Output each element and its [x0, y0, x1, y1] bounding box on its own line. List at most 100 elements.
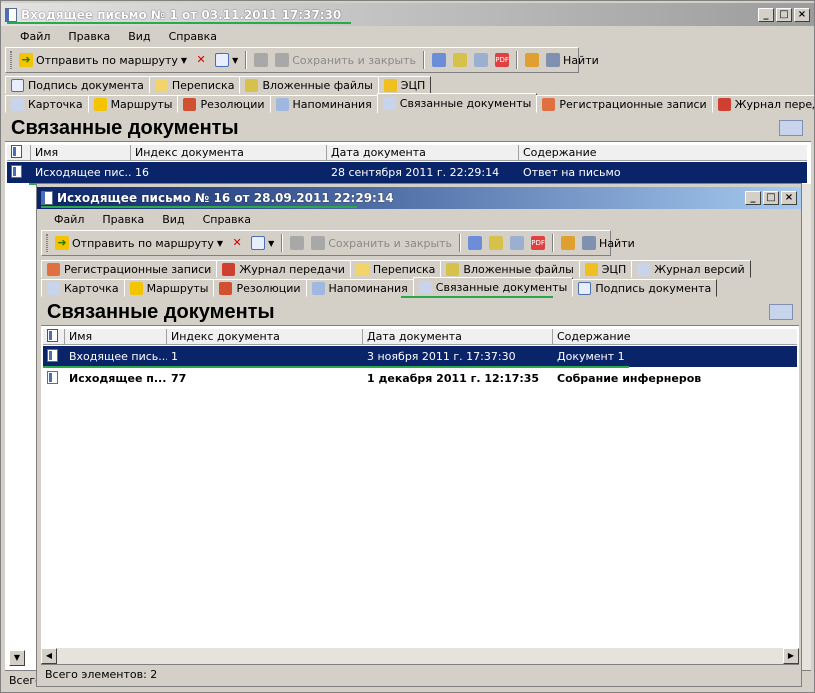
new-document-icon — [251, 236, 266, 250]
minimize-button[interactable]: _ — [745, 191, 761, 205]
find-button[interactable]: Найти — [544, 53, 601, 67]
attach-button[interactable] — [487, 236, 505, 250]
save-close-button[interactable]: Сохранить и закрыть — [309, 236, 454, 250]
print-button[interactable] — [472, 53, 490, 67]
tab-routes[interactable]: Маршруты — [123, 279, 215, 297]
close-icon: ✕ — [232, 236, 242, 249]
column-index[interactable]: Индекс документа — [167, 329, 363, 344]
new-document-button[interactable]: ▼ — [213, 53, 240, 67]
toolbar-grip[interactable] — [10, 51, 12, 69]
tab-signature[interactable]: Подпись документа — [5, 76, 150, 94]
scroll-left-button[interactable]: ◀ — [41, 648, 57, 664]
scroll-right-button[interactable]: ▶ — [783, 648, 799, 664]
menu-view[interactable]: Вид — [119, 30, 159, 43]
cell-date: 28 сентября 2011 г. 22:29:14 — [331, 166, 500, 179]
pdf-button[interactable]: PDF — [493, 53, 511, 67]
tab-routes[interactable]: Маршруты — [87, 95, 179, 113]
save-close-icon — [311, 236, 326, 250]
maximize-button[interactable]: □ — [776, 8, 792, 22]
sign-button[interactable] — [559, 236, 577, 250]
column-icon[interactable] — [7, 145, 31, 160]
tab-related-documents[interactable]: Связанные документы — [412, 277, 574, 297]
menu-file[interactable]: Файл — [45, 213, 93, 226]
tab-eds[interactable]: ЭЦП — [377, 76, 432, 94]
print-icon — [474, 53, 489, 67]
view-options-icon[interactable] — [769, 304, 793, 320]
tab-attachments[interactable]: Вложенные файлы — [239, 76, 379, 94]
column-date[interactable]: Дата документа — [327, 145, 519, 160]
tab-signature[interactable]: Подпись документа — [572, 279, 718, 297]
send-route-button[interactable]: ➜ Отправить по маршруту ▼ — [53, 236, 225, 250]
menu-edit[interactable]: Правка — [59, 30, 119, 43]
tab-transfer-log[interactable]: Журнал передачи — [711, 95, 814, 113]
tab-reminders[interactable]: Напоминания — [269, 95, 378, 113]
new-document-button[interactable]: ▼ — [249, 236, 276, 250]
attach-icon — [446, 262, 460, 276]
scroll-down-button[interactable]: ▼ — [9, 650, 25, 666]
calendar-button[interactable] — [466, 236, 484, 250]
tab-registration-records[interactable]: Регистрационные записи — [536, 95, 713, 113]
menu-file[interactable]: Файл — [11, 30, 59, 43]
tab-card[interactable]: Карточка — [5, 95, 89, 113]
document-icon — [5, 8, 17, 22]
column-index[interactable]: Индекс документа — [131, 145, 327, 160]
print-button[interactable] — [508, 236, 526, 250]
find-button[interactable]: Найти — [580, 236, 637, 250]
lock-icon — [584, 262, 598, 276]
view-options-icon[interactable] — [779, 120, 803, 136]
binoculars-icon — [546, 53, 561, 67]
tab-reminders[interactable]: Напоминания — [305, 279, 414, 297]
tab-resolutions[interactable]: Резолюции — [177, 95, 271, 113]
pdf-button[interactable]: PDF — [529, 236, 547, 250]
version-icon — [637, 262, 651, 276]
send-route-button[interactable]: ➜ Отправить по маршруту ▼ — [17, 53, 189, 67]
delete-button[interactable]: ✕ — [228, 236, 246, 250]
column-icon[interactable] — [43, 329, 65, 344]
table-row[interactable]: Исходящее пис... 16 28 сентября 2011 г. … — [7, 162, 807, 183]
close-button[interactable]: × — [781, 191, 797, 205]
tab-registration-records[interactable]: Регистрационные записи — [41, 260, 218, 278]
cell-content: Собрание инфернеров — [557, 372, 702, 385]
delete-button[interactable]: ✕ — [192, 53, 210, 67]
horizontal-scrollbar[interactable] — [57, 648, 783, 664]
maximize-button[interactable]: □ — [763, 191, 779, 205]
sign-button[interactable] — [523, 53, 541, 67]
tab-transfer-log[interactable]: Журнал передачи — [216, 260, 351, 278]
save-button[interactable] — [252, 53, 270, 67]
column-name[interactable]: Имя — [65, 329, 167, 344]
outer-title-underline — [7, 22, 351, 24]
signature-icon — [578, 281, 592, 295]
inner-window-title: Исходящее письмо № 16 от 28.09.2011 22:2… — [57, 191, 394, 205]
menu-view[interactable]: Вид — [153, 213, 193, 226]
attach-button[interactable] — [451, 53, 469, 67]
tab-correspondence[interactable]: Переписка — [349, 260, 442, 278]
attach-icon — [245, 78, 259, 92]
column-name[interactable]: Имя — [31, 145, 131, 160]
tab-eds[interactable]: ЭЦП — [578, 260, 633, 278]
pdf-icon: PDF — [495, 53, 510, 67]
table-row[interactable]: Входящее пись... 1 3 ноября 2011 г. 17:3… — [43, 346, 797, 367]
toolbar-grip[interactable] — [46, 234, 48, 252]
menu-help[interactable]: Справка — [160, 30, 226, 43]
tab-version-log[interactable]: Журнал версий — [631, 260, 751, 278]
menu-help[interactable]: Справка — [194, 213, 260, 226]
envelope-icon — [154, 78, 168, 92]
tab-attachments[interactable]: Вложенные файлы — [440, 260, 580, 278]
tab-correspondence[interactable]: Переписка — [148, 76, 241, 94]
document-icon — [47, 370, 58, 384]
tab-card[interactable]: Карточка — [41, 279, 125, 297]
column-date[interactable]: Дата документа — [363, 329, 553, 344]
tab-resolutions[interactable]: Резолюции — [213, 279, 307, 297]
tools-icon — [222, 262, 236, 276]
table-row[interactable]: Исходящее п... 77 1 декабря 2011 г. 12:1… — [43, 368, 797, 389]
minimize-button[interactable]: _ — [758, 8, 774, 22]
save-button[interactable] — [288, 236, 306, 250]
toolbar-separator — [552, 234, 555, 252]
tab-related-documents[interactable]: Связанные документы — [376, 93, 538, 113]
route-icon: ➜ — [55, 236, 69, 250]
calendar-button[interactable] — [430, 53, 448, 67]
save-close-button[interactable]: Сохранить и закрыть — [273, 53, 418, 67]
inner-status-text: Всего элементов: 2 — [45, 668, 158, 681]
menu-edit[interactable]: Правка — [93, 213, 153, 226]
close-button[interactable]: × — [794, 8, 810, 22]
